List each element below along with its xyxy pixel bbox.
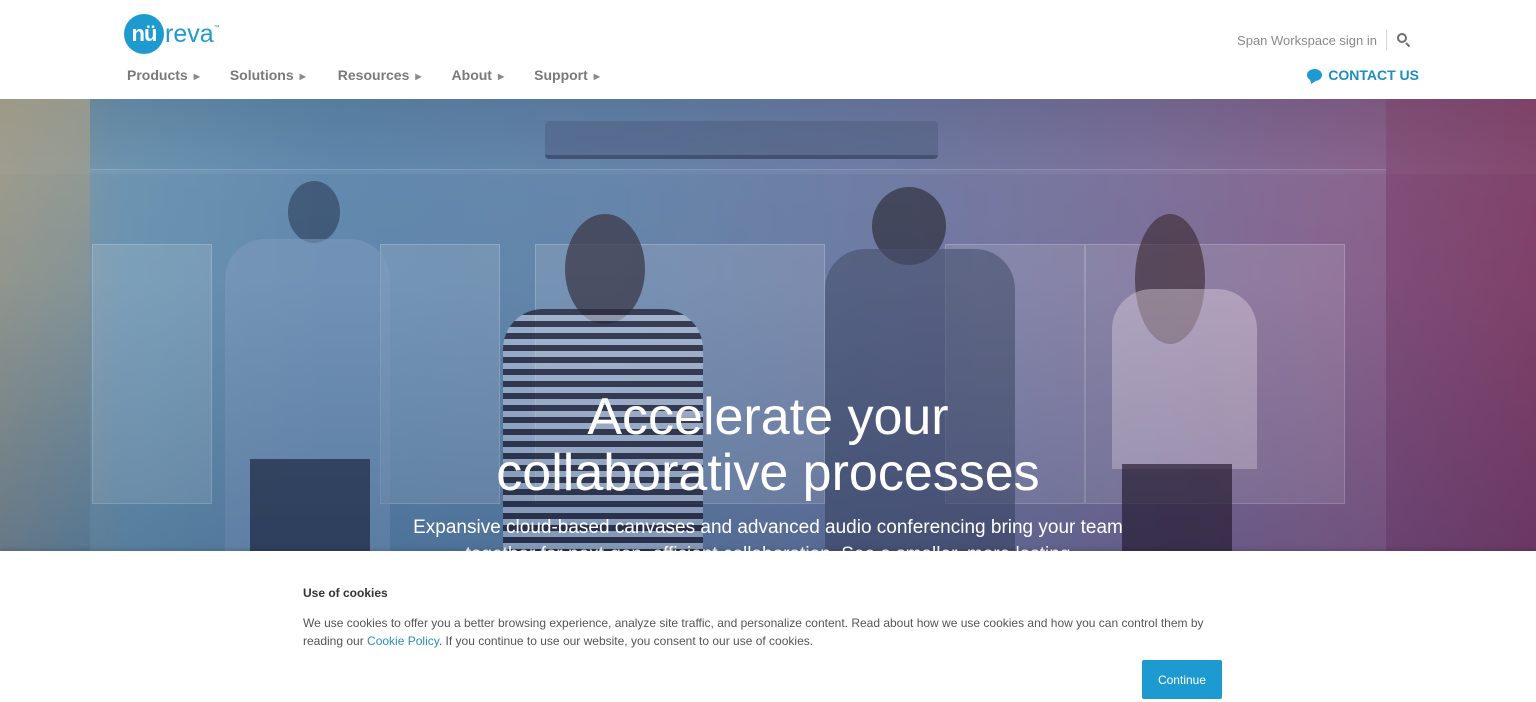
cookie-policy-link[interactable]: Cookie Policy <box>367 634 439 648</box>
nav-item-solutions[interactable]: Solutions ▶ <box>230 67 306 83</box>
chat-bubble-icon <box>1307 69 1323 81</box>
caret-right-icon: ▶ <box>593 71 600 81</box>
hero-banner: Accelerate your collaborative processes … <box>0 99 1536 551</box>
cookie-consent-banner: Use of cookies We use cookies to offer y… <box>0 551 1536 702</box>
search-icon[interactable] <box>1396 32 1412 48</box>
caret-right-icon: ▶ <box>299 71 306 81</box>
nav-item-label: About <box>451 67 492 83</box>
nav-item-about[interactable]: About ▶ <box>452 67 505 83</box>
hero-subtitle: Expansive cloud-based canvases and advan… <box>0 514 1536 551</box>
hero-subtitle-line-1: Expansive cloud-based canvases and advan… <box>413 517 1123 538</box>
contact-us-link[interactable]: CONTACT US <box>1307 67 1419 83</box>
nav-item-support[interactable]: Support ▶ <box>534 67 600 83</box>
cookie-text-after-link: . If you continue to use our website, yo… <box>438 634 814 648</box>
nav-item-label: Support <box>534 67 588 83</box>
logo-wordmark: reva <box>165 19 214 48</box>
nav-item-label: Products <box>127 67 188 83</box>
nureva-logo[interactable]: nü reva ™ <box>124 13 220 55</box>
hero-title-line-2: collaborative processes <box>496 444 1040 502</box>
utility-links: Span Workspace sign in <box>1237 30 1412 50</box>
main-nav: Products ▶ Solutions ▶ Resources ▶ About… <box>127 67 600 83</box>
nav-item-resources[interactable]: Resources ▶ <box>338 67 422 83</box>
contact-us-label: CONTACT US <box>1328 67 1419 83</box>
hero-title: Accelerate your collaborative processes <box>0 389 1536 501</box>
cookie-banner-title: Use of cookies <box>303 586 388 600</box>
divider <box>1386 30 1387 50</box>
span-workspace-signin-link[interactable]: Span Workspace sign in <box>1237 33 1377 48</box>
logo-mark: nü <box>124 14 164 54</box>
caret-right-icon: ▶ <box>497 71 505 81</box>
hero-title-line-1: Accelerate your <box>587 388 949 446</box>
nav-item-label: Resources <box>337 67 410 83</box>
caret-right-icon: ▶ <box>415 71 422 81</box>
site-header: nü reva ™ Products ▶ Solutions ▶ Resourc… <box>0 0 1536 99</box>
nav-item-products[interactable]: Products ▶ <box>127 67 200 83</box>
caret-right-icon: ▶ <box>193 71 200 81</box>
nav-item-label: Solutions <box>229 67 294 83</box>
cookie-banner-text: We use cookies to offer you a better bro… <box>303 614 1233 650</box>
hero-subtitle-line-2: together for next-gen, efficient collabo… <box>466 544 1071 551</box>
logo-trademark: ™ <box>213 25 220 31</box>
continue-button[interactable]: Continue <box>1142 660 1222 699</box>
